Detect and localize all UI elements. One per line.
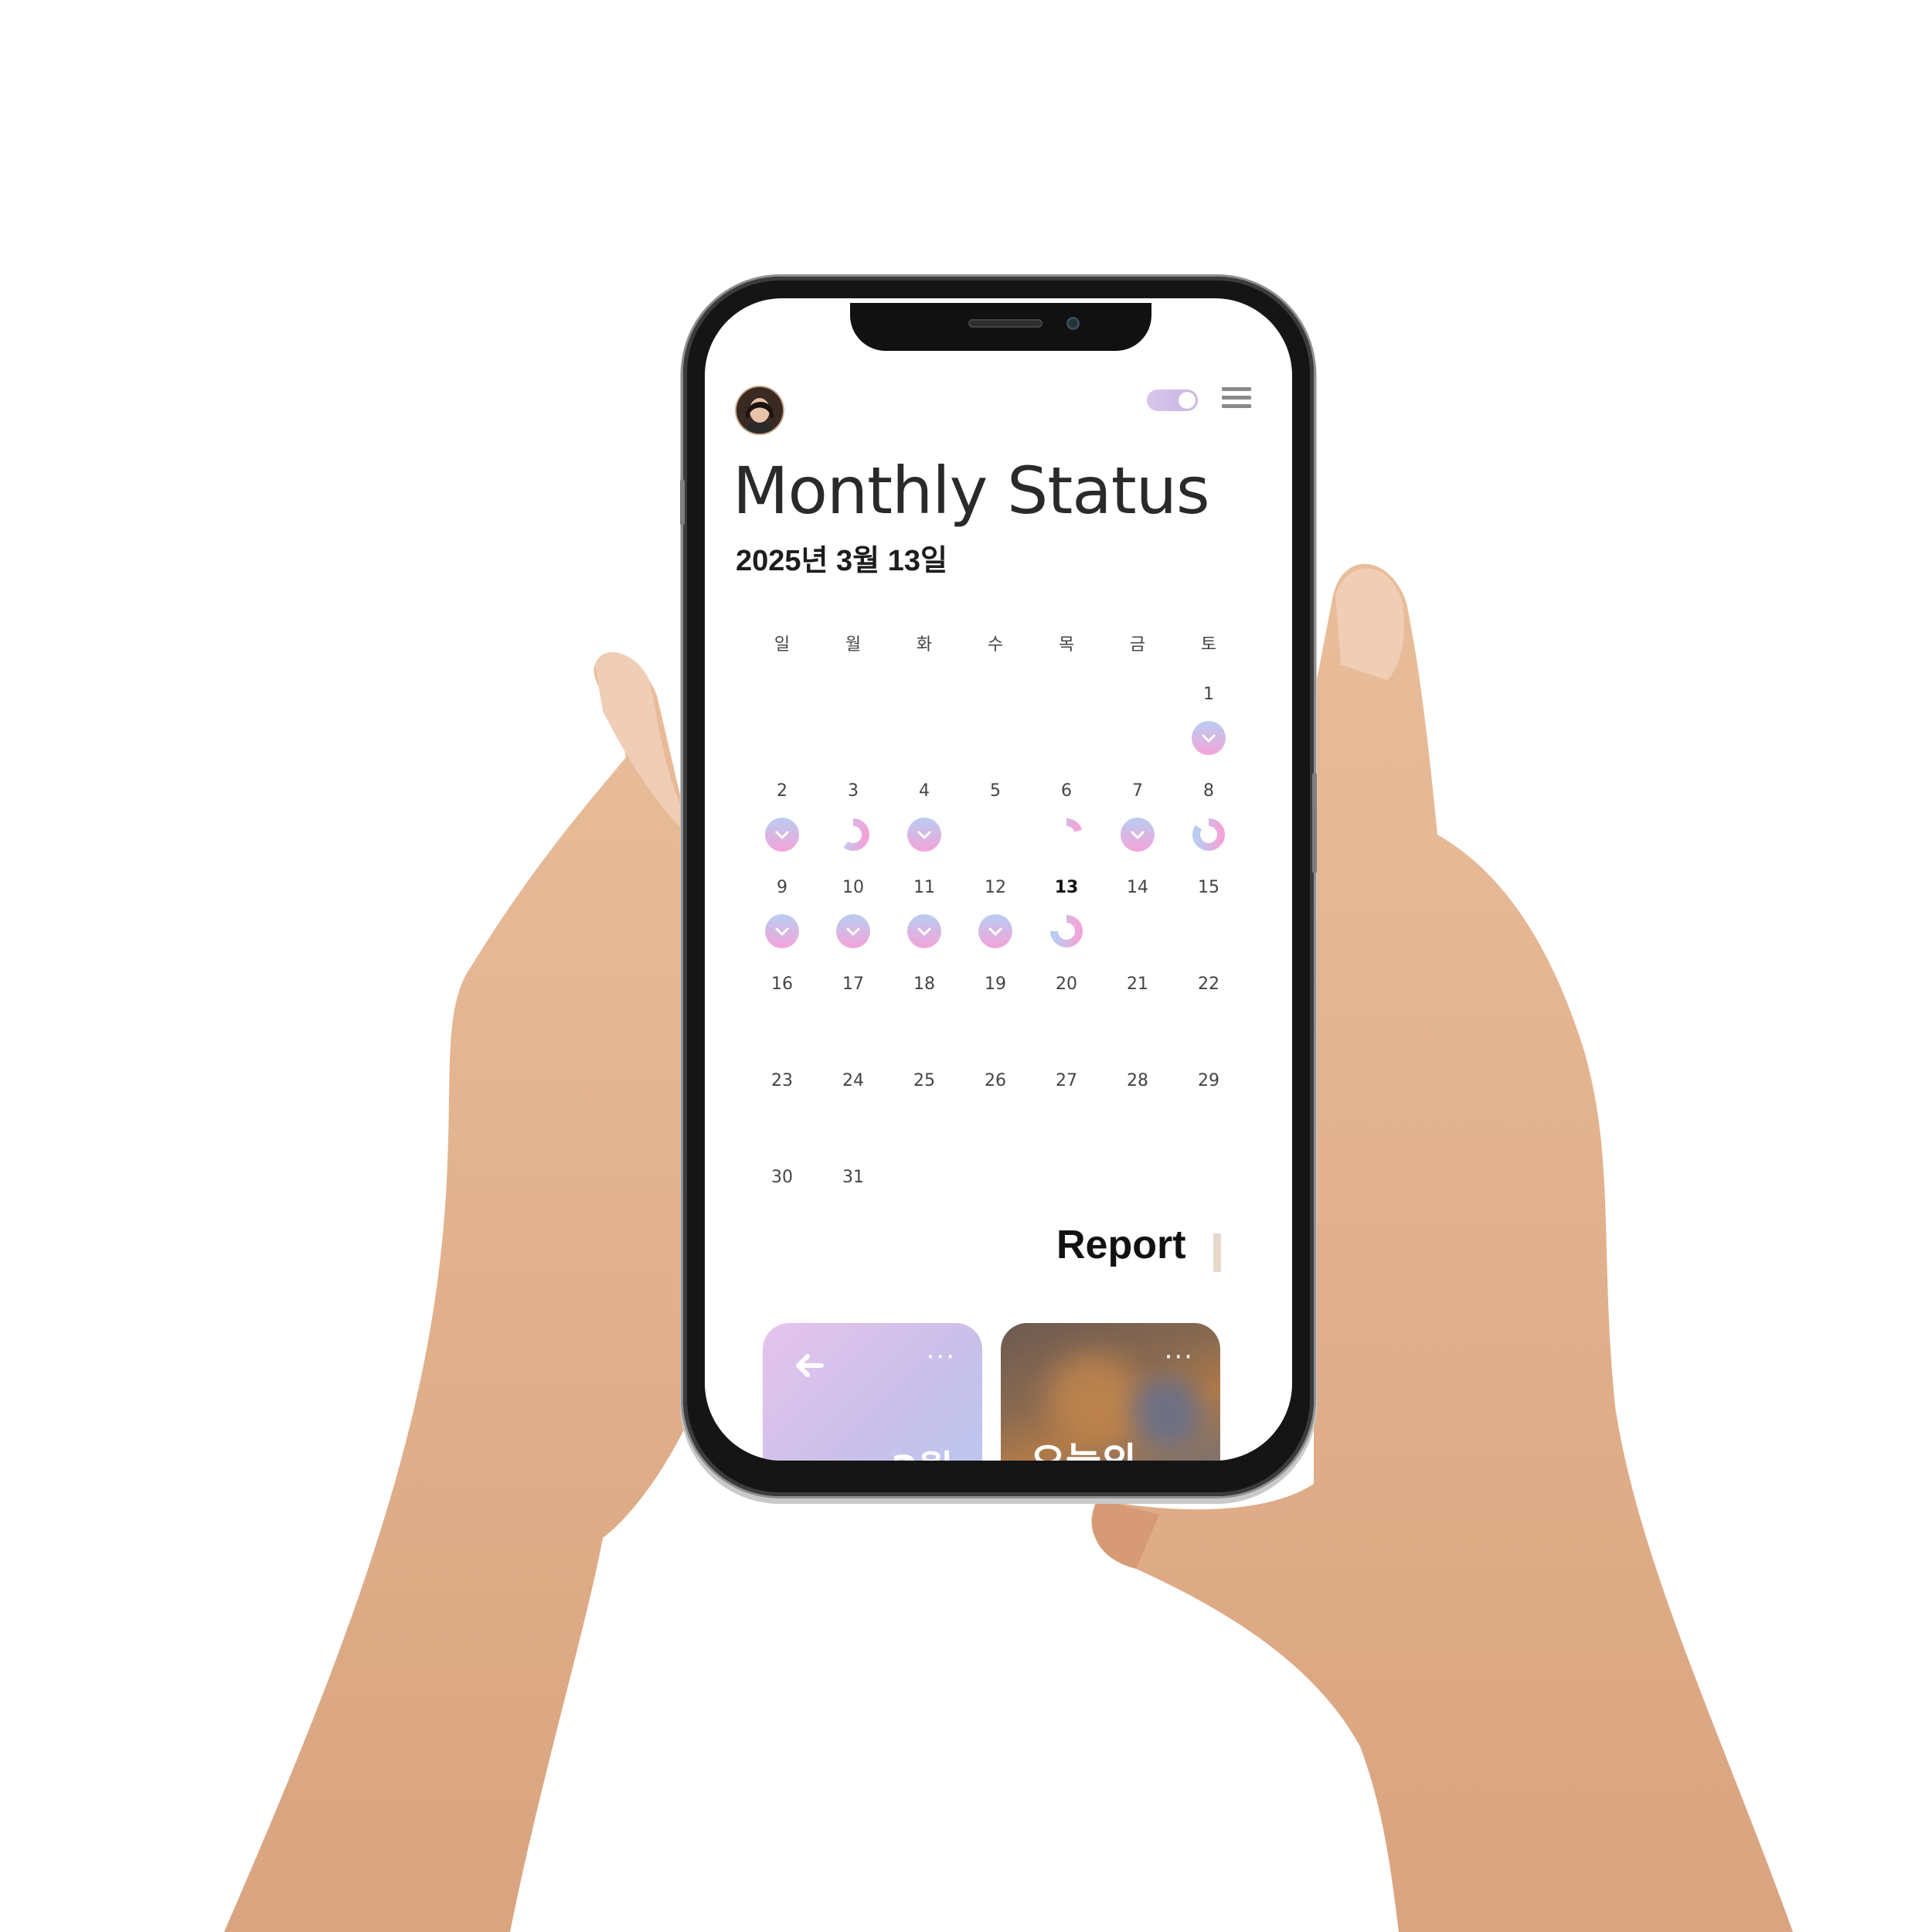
calendar-day-7[interactable]: 7 <box>1107 781 1168 801</box>
calendar-day-22[interactable]: 22 <box>1178 975 1240 994</box>
calendar-day-31[interactable]: 31 <box>822 1168 884 1187</box>
more-options-icon[interactable]: ··· <box>927 1344 956 1370</box>
weekday-label: 목 <box>1058 635 1075 655</box>
calendar-day-1[interactable]: 1 <box>1178 685 1240 704</box>
calendar-day-21[interactable]: 21 <box>1107 975 1168 994</box>
photo-blur <box>1132 1377 1202 1447</box>
weekday-label: 수 <box>987 635 1004 655</box>
side-button <box>1312 773 1317 873</box>
calendar-day-19[interactable]: 19 <box>964 975 1026 994</box>
photo-blur <box>1047 1354 1140 1439</box>
hamburger-menu-icon[interactable] <box>1222 387 1251 413</box>
calendar-day-12[interactable]: 12 <box>964 878 1026 897</box>
calendar-day-20[interactable]: 20 <box>1036 975 1097 994</box>
theme-toggle[interactable] <box>1147 389 1198 411</box>
completed-check-icon <box>907 818 941 852</box>
speaker-grille <box>968 319 1043 328</box>
calendar-day-8[interactable]: 8 <box>1178 781 1240 801</box>
completed-check-icon <box>765 914 799 948</box>
report-card-today[interactable]: ··· 오늘의 <box>1001 1323 1220 1461</box>
completed-check-icon <box>1121 818 1155 852</box>
report-accent-bar <box>1213 1233 1221 1272</box>
toggle-knob <box>1179 392 1196 409</box>
calendar-day-10[interactable]: 10 <box>822 878 884 897</box>
calendar-day-16[interactable]: 16 <box>751 975 813 994</box>
calendar-day-4[interactable]: 4 <box>893 781 955 801</box>
weekday-label: 월 <box>845 635 862 655</box>
calendar-day-18[interactable]: 18 <box>893 975 955 994</box>
calendar-day-23[interactable]: 23 <box>751 1071 813 1090</box>
calendar-day-9[interactable]: 9 <box>751 878 813 897</box>
progress-ring-icon <box>1192 818 1225 851</box>
weekday-label: 일 <box>774 635 791 655</box>
calendar-day-5[interactable]: 5 <box>964 781 1026 801</box>
completed-check-icon <box>907 914 941 948</box>
completed-check-icon <box>1192 721 1226 755</box>
calendar-day-15[interactable]: 15 <box>1178 878 1240 897</box>
phone-screen: Monthly Status 2025년 3월 13일 일월화수목금토12345… <box>705 298 1292 1461</box>
calendar-day-30[interactable]: 30 <box>751 1168 813 1187</box>
weekday-label: 토 <box>1200 635 1217 655</box>
progress-ring-icon <box>837 818 869 851</box>
completed-check-icon <box>836 914 870 948</box>
progress-ring-icon <box>1050 915 1083 947</box>
more-options-icon[interactable]: ··· <box>1165 1344 1194 1370</box>
calendar-day-17[interactable]: 17 <box>822 975 884 994</box>
calendar-day-27[interactable]: 27 <box>1036 1071 1097 1090</box>
calendar-day-11[interactable]: 11 <box>893 878 955 897</box>
completed-check-icon <box>765 818 799 852</box>
calendar-day-3[interactable]: 3 <box>822 781 884 801</box>
back-arrow-icon[interactable] <box>794 1352 825 1379</box>
current-date: 2025년 3월 13일 <box>736 545 947 577</box>
card-label: 2월 <box>891 1439 954 1461</box>
calendar-day-13[interactable]: 13 <box>1036 878 1097 897</box>
page-title: Monthly Status <box>733 453 1210 529</box>
calendar-day-24[interactable]: 24 <box>822 1071 884 1090</box>
calendar-day-26[interactable]: 26 <box>964 1071 1026 1090</box>
report-card-february[interactable]: ··· 2월 <box>763 1323 982 1461</box>
weekday-label: 금 <box>1129 635 1146 655</box>
weekday-label: 화 <box>916 635 933 655</box>
calendar-day-25[interactable]: 25 <box>893 1071 955 1090</box>
calendar-day-14[interactable]: 14 <box>1107 878 1168 897</box>
user-avatar[interactable] <box>736 387 783 434</box>
calendar-day-29[interactable]: 29 <box>1178 1071 1240 1090</box>
side-button <box>680 479 685 526</box>
calendar-day-28[interactable]: 28 <box>1107 1071 1168 1090</box>
progress-ring-icon <box>1050 818 1083 851</box>
report-heading: Report <box>1056 1223 1186 1267</box>
completed-check-icon <box>978 914 1012 948</box>
front-camera <box>1066 317 1080 330</box>
calendar-day-6[interactable]: 6 <box>1036 781 1097 801</box>
card-label: 오늘의 <box>1030 1431 1137 1461</box>
calendar-day-2[interactable]: 2 <box>751 781 813 801</box>
